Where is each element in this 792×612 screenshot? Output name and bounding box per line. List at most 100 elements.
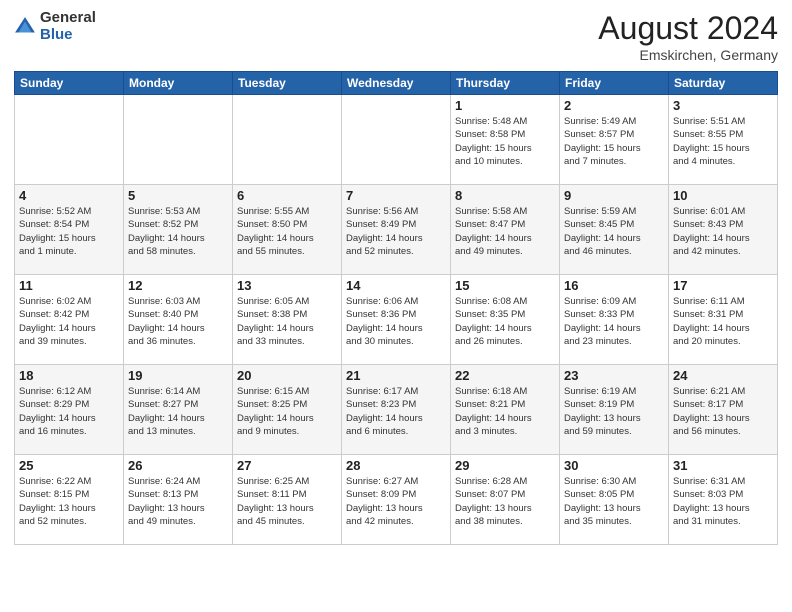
day-number: 6 <box>237 188 337 203</box>
calendar-header: SundayMondayTuesdayWednesdayThursdayFrid… <box>15 72 778 95</box>
day-number: 11 <box>19 278 119 293</box>
day-info: Sunrise: 6:21 AM Sunset: 8:17 PM Dayligh… <box>673 385 773 438</box>
day-info: Sunrise: 5:59 AM Sunset: 8:45 PM Dayligh… <box>564 205 664 258</box>
day-number: 20 <box>237 368 337 383</box>
calendar-cell: 21Sunrise: 6:17 AM Sunset: 8:23 PM Dayli… <box>342 365 451 455</box>
day-number: 22 <box>455 368 555 383</box>
day-info: Sunrise: 6:15 AM Sunset: 8:25 PM Dayligh… <box>237 385 337 438</box>
calendar-cell: 31 Sunrise: 6:31 AM Sunset: 8:03 PM Dayli… <box>669 455 778 545</box>
day-info: Sunrise: 6:22 AM Sunset: 8:15 PM Dayligh… <box>19 475 119 528</box>
day-info: Sunrise: 5:52 AM Sunset: 8:54 PM Dayligh… <box>19 205 119 258</box>
calendar-cell: 30 Sunrise: 6:30 AM Sunset: 8:05 PM Dayli… <box>560 455 669 545</box>
weekday-header-sunday: Sunday <box>15 72 124 95</box>
calendar-cell: 26Sunrise: 6:24 AM Sunset: 8:13 PM Dayli… <box>124 455 233 545</box>
weekday-row: SundayMondayTuesdayWednesdayThursdayFrid… <box>15 72 778 95</box>
day-info: Sunrise: 6:09 AM Sunset: 8:33 PM Dayligh… <box>564 295 664 348</box>
calendar-cell <box>342 95 451 185</box>
day-number: 5 <box>128 188 228 203</box>
calendar: SundayMondayTuesdayWednesdayThursdayFrid… <box>14 71 778 545</box>
calendar-cell: 11Sunrise: 6:02 AM Sunset: 8:42 PM Dayli… <box>15 275 124 365</box>
calendar-cell: 2 Sunrise: 5:49 AM Sunset: 8:57 PM Daylig… <box>560 95 669 185</box>
day-info: Sunrise: 5:56 AM Sunset: 8:49 PM Dayligh… <box>346 205 446 258</box>
day-info: Sunrise: 6:30 AM Sunset: 8:05 PM Dayligh… <box>564 475 664 528</box>
month-title: August 2024 <box>598 10 778 47</box>
day-number: 19 <box>128 368 228 383</box>
weekday-header-monday: Monday <box>124 72 233 95</box>
week-row-5: 25 Sunrise: 6:22 AM Sunset: 8:15 PM Dayli… <box>15 455 778 545</box>
logo-blue-text: Blue <box>40 27 96 44</box>
calendar-cell: 19Sunrise: 6:14 AM Sunset: 8:27 PM Dayli… <box>124 365 233 455</box>
calendar-cell: 8 Sunrise: 5:58 AM Sunset: 8:47 PM Daylig… <box>451 185 560 275</box>
day-number: 13 <box>237 278 337 293</box>
calendar-cell: 9 Sunrise: 5:59 AM Sunset: 8:45 PM Daylig… <box>560 185 669 275</box>
day-info: Sunrise: 6:31 AM Sunset: 8:03 PM Dayligh… <box>673 475 773 528</box>
day-info: Sunrise: 5:48 AM Sunset: 8:58 PM Dayligh… <box>455 115 555 168</box>
day-number: 28 <box>346 458 446 473</box>
day-number: 25 <box>19 458 119 473</box>
day-info: Sunrise: 5:49 AM Sunset: 8:57 PM Dayligh… <box>564 115 664 168</box>
calendar-cell: 29Sunrise: 6:28 AM Sunset: 8:07 PM Dayli… <box>451 455 560 545</box>
calendar-cell: 23 Sunrise: 6:19 AM Sunset: 8:19 PM Dayli… <box>560 365 669 455</box>
header: General Blue August 2024 Emskirchen, Ger… <box>14 10 778 63</box>
calendar-cell: 22 Sunrise: 6:18 AM Sunset: 8:21 PM Dayli… <box>451 365 560 455</box>
day-number: 14 <box>346 278 446 293</box>
title-block: August 2024 Emskirchen, Germany <box>598 10 778 63</box>
day-number: 4 <box>19 188 119 203</box>
logo: General Blue <box>14 10 96 43</box>
week-row-1: 1 Sunrise: 5:48 AM Sunset: 8:58 PM Daylig… <box>15 95 778 185</box>
calendar-cell: 5 Sunrise: 5:53 AM Sunset: 8:52 PM Daylig… <box>124 185 233 275</box>
calendar-cell: 17Sunrise: 6:11 AM Sunset: 8:31 PM Dayli… <box>669 275 778 365</box>
calendar-cell: 6 Sunrise: 5:55 AM Sunset: 8:50 PM Daylig… <box>233 185 342 275</box>
calendar-cell: 13 Sunrise: 6:05 AM Sunset: 8:38 PM Dayli… <box>233 275 342 365</box>
day-info: Sunrise: 6:01 AM Sunset: 8:43 PM Dayligh… <box>673 205 773 258</box>
week-row-2: 4 Sunrise: 5:52 AM Sunset: 8:54 PM Daylig… <box>15 185 778 275</box>
day-info: Sunrise: 6:05 AM Sunset: 8:38 PM Dayligh… <box>237 295 337 348</box>
calendar-cell: 16 Sunrise: 6:09 AM Sunset: 8:33 PM Dayli… <box>560 275 669 365</box>
calendar-cell: 15 Sunrise: 6:08 AM Sunset: 8:35 PM Dayli… <box>451 275 560 365</box>
calendar-cell: 1 Sunrise: 5:48 AM Sunset: 8:58 PM Daylig… <box>451 95 560 185</box>
logo-icon <box>14 16 36 38</box>
day-info: Sunrise: 5:53 AM Sunset: 8:52 PM Dayligh… <box>128 205 228 258</box>
day-info: Sunrise: 6:25 AM Sunset: 8:11 PM Dayligh… <box>237 475 337 528</box>
calendar-cell: 18Sunrise: 6:12 AM Sunset: 8:29 PM Dayli… <box>15 365 124 455</box>
day-number: 9 <box>564 188 664 203</box>
day-number: 7 <box>346 188 446 203</box>
day-number: 1 <box>455 98 555 113</box>
day-info: Sunrise: 6:28 AM Sunset: 8:07 PM Dayligh… <box>455 475 555 528</box>
calendar-cell: 20 Sunrise: 6:15 AM Sunset: 8:25 PM Dayli… <box>233 365 342 455</box>
day-info: Sunrise: 6:27 AM Sunset: 8:09 PM Dayligh… <box>346 475 446 528</box>
calendar-cell: 7 Sunrise: 5:56 AM Sunset: 8:49 PM Daylig… <box>342 185 451 275</box>
day-number: 30 <box>564 458 664 473</box>
day-number: 15 <box>455 278 555 293</box>
location: Emskirchen, Germany <box>598 47 778 63</box>
page: General Blue August 2024 Emskirchen, Ger… <box>0 0 792 612</box>
day-info: Sunrise: 6:19 AM Sunset: 8:19 PM Dayligh… <box>564 385 664 438</box>
calendar-cell: 25 Sunrise: 6:22 AM Sunset: 8:15 PM Dayli… <box>15 455 124 545</box>
calendar-cell <box>124 95 233 185</box>
calendar-cell: 10Sunrise: 6:01 AM Sunset: 8:43 PM Dayli… <box>669 185 778 275</box>
day-info: Sunrise: 6:12 AM Sunset: 8:29 PM Dayligh… <box>19 385 119 438</box>
day-number: 12 <box>128 278 228 293</box>
day-info: Sunrise: 6:18 AM Sunset: 8:21 PM Dayligh… <box>455 385 555 438</box>
day-number: 8 <box>455 188 555 203</box>
day-number: 3 <box>673 98 773 113</box>
day-info: Sunrise: 6:06 AM Sunset: 8:36 PM Dayligh… <box>346 295 446 348</box>
day-number: 17 <box>673 278 773 293</box>
calendar-cell: 28 Sunrise: 6:27 AM Sunset: 8:09 PM Dayli… <box>342 455 451 545</box>
day-number: 16 <box>564 278 664 293</box>
day-info: Sunrise: 5:58 AM Sunset: 8:47 PM Dayligh… <box>455 205 555 258</box>
day-number: 24 <box>673 368 773 383</box>
calendar-cell <box>15 95 124 185</box>
weekday-header-wednesday: Wednesday <box>342 72 451 95</box>
weekday-header-saturday: Saturday <box>669 72 778 95</box>
calendar-cell: 12Sunrise: 6:03 AM Sunset: 8:40 PM Dayli… <box>124 275 233 365</box>
day-number: 21 <box>346 368 446 383</box>
week-row-4: 18Sunrise: 6:12 AM Sunset: 8:29 PM Dayli… <box>15 365 778 455</box>
calendar-cell: 24 Sunrise: 6:21 AM Sunset: 8:17 PM Dayli… <box>669 365 778 455</box>
day-info: Sunrise: 6:08 AM Sunset: 8:35 PM Dayligh… <box>455 295 555 348</box>
calendar-cell: 3Sunrise: 5:51 AM Sunset: 8:55 PM Daylig… <box>669 95 778 185</box>
day-number: 31 <box>673 458 773 473</box>
day-number: 2 <box>564 98 664 113</box>
day-info: Sunrise: 5:55 AM Sunset: 8:50 PM Dayligh… <box>237 205 337 258</box>
day-number: 23 <box>564 368 664 383</box>
